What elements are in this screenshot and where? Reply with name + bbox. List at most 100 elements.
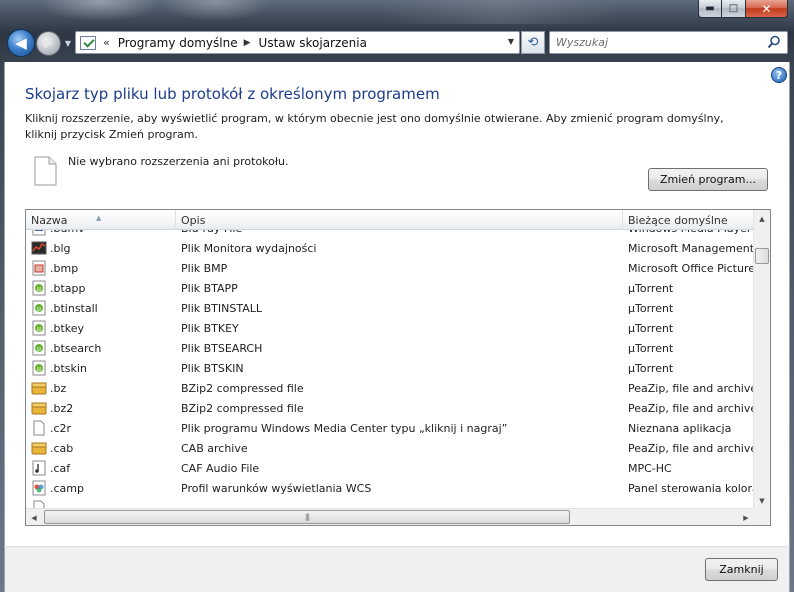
cell-extension: µ .btinstall xyxy=(26,300,176,316)
table-row[interactable]: µ .btkey Plik BTKEY µTorrent xyxy=(26,318,754,338)
extension-label: .blg xyxy=(50,241,71,255)
breadcrumb-item-set-associations[interactable]: Ustaw skojarzenia xyxy=(259,36,367,50)
search-icon[interactable] xyxy=(767,35,781,49)
column-header-current-default[interactable]: Bieżące domyślne xyxy=(623,210,754,230)
color-profile-file-icon xyxy=(32,480,46,496)
blank-file-icon xyxy=(33,420,45,436)
vertical-scrollbar[interactable]: ▲ ▼ xyxy=(753,210,770,509)
blank-file-icon xyxy=(34,156,57,186)
help-icon[interactable]: ? xyxy=(771,67,787,83)
maximize-button[interactable]: □ xyxy=(722,0,746,18)
cell-description: Plik BTSKIN xyxy=(181,361,244,375)
breadcrumb-item-default-programs[interactable]: Programy domyślne xyxy=(118,36,238,50)
table-row[interactable]: .c2r Plik programu Windows Media Center t… xyxy=(26,418,754,438)
table-row[interactable]: .caf CAF Audio File MPC-HC xyxy=(26,458,754,478)
recent-pages-dropdown[interactable]: ▼ xyxy=(62,38,74,48)
table-row[interactable]: .camp Profil warunków wyświetlania WCS Pan… xyxy=(26,478,754,498)
content-pane: ? Skojarz typ pliku lub protokół z okreś… xyxy=(4,62,790,546)
column-header-description[interactable]: Opis xyxy=(176,210,623,230)
table-row[interactable]: .cab CAB archive PeaZip, file and archive xyxy=(26,438,754,458)
table-row[interactable]: .bmp Plik BMP Microsoft Office Picture xyxy=(26,258,754,278)
cell-current-default: Microsoft Management xyxy=(628,241,754,255)
perfmon-file-icon xyxy=(31,241,47,255)
cell-current-default: MPC-HC xyxy=(628,461,672,475)
horizontal-scroll-thumb[interactable]: ||| xyxy=(44,510,570,524)
cell-current-default: PeaZip, file and archive xyxy=(628,381,754,395)
cell-extension: .caf xyxy=(26,460,176,476)
cell-description: Plik BTAPP xyxy=(181,281,238,295)
archive-file-icon xyxy=(31,442,47,455)
svg-text:µ: µ xyxy=(37,306,41,313)
table-row[interactable]: µ .btskin Plik BTSKIN µTorrent xyxy=(26,358,754,378)
column-header-name[interactable]: ▲ Nazwa xyxy=(26,210,176,230)
horizontal-scrollbar[interactable]: ◀ ||| ▶ xyxy=(26,508,754,525)
cell-description: Plik BTSEARCH xyxy=(181,341,263,355)
cell-description: Plik BMP xyxy=(181,261,228,275)
search-input[interactable] xyxy=(556,36,756,49)
cell-description: BZip2 compressed file xyxy=(181,401,304,415)
cell-current-default: PeaZip, file and archive xyxy=(628,441,754,455)
file-type-list[interactable]: .bdmvBlu-ray FileWindows Media Player.bl… xyxy=(25,209,771,526)
scroll-left-button[interactable]: ◀ xyxy=(26,509,42,525)
cell-description: BZip2 compressed file xyxy=(181,381,304,395)
extension-label: .camp xyxy=(50,481,84,495)
utorrent-file-icon: µ xyxy=(32,280,46,296)
page-description: Kliknij rozszerzenie, aby wyświetlić pro… xyxy=(25,112,724,141)
titlebar-glass-highlight xyxy=(40,0,160,22)
svg-text:µ: µ xyxy=(37,346,41,353)
cell-current-default: Panel sterowania kolora xyxy=(628,481,754,495)
breadcrumb-separator-icon[interactable]: ▶ xyxy=(244,38,251,48)
table-row[interactable]: .bz2 BZip2 compressed file PeaZip, file an… xyxy=(26,398,754,418)
utorrent-file-icon: µ xyxy=(32,320,46,336)
extension-label: .btinstall xyxy=(50,301,98,315)
cell-extension: .bz xyxy=(26,380,176,396)
address-bar[interactable]: « Programy domyślne ▶ Ustaw skojarzenia … xyxy=(75,31,520,54)
extension-label: .bz xyxy=(50,381,67,395)
cell-extension: .bmp xyxy=(26,260,176,276)
column-header-label: Bieżące domyślne xyxy=(628,214,728,227)
cell-current-default: µTorrent xyxy=(628,281,674,295)
cell-current-default: µTorrent xyxy=(628,341,674,355)
cell-extension: .blg xyxy=(26,240,176,256)
cell-extension: .camp xyxy=(26,480,176,496)
refresh-icon: ⟲ xyxy=(527,35,539,50)
titlebar-glass-highlight xyxy=(160,0,270,22)
svg-text:µ: µ xyxy=(37,286,41,293)
image-file-icon xyxy=(32,260,46,276)
scroll-down-button[interactable]: ▼ xyxy=(754,492,770,509)
utorrent-file-icon: µ xyxy=(32,360,46,376)
page-title: Skojarz typ pliku lub protokół z określo… xyxy=(25,85,440,103)
minimize-button[interactable]: ▬ xyxy=(698,0,722,18)
close-window-button[interactable]: ✕ xyxy=(746,0,788,18)
table-row[interactable]: µ .btsearch Plik BTSEARCH µTorrent xyxy=(26,338,754,358)
extension-label: .bz2 xyxy=(50,401,74,415)
table-row[interactable]: µ .btinstall Plik BTINSTALL µTorrent xyxy=(26,298,754,318)
breadcrumb-overflow-chevrons[interactable]: « xyxy=(103,36,110,49)
search-box[interactable] xyxy=(549,31,788,54)
utorrent-file-icon: µ xyxy=(32,340,46,356)
scroll-grip-icon: ||| xyxy=(304,513,310,521)
cell-current-default: PeaZip, file and archive xyxy=(628,401,754,415)
vertical-scroll-thumb[interactable] xyxy=(755,248,769,264)
scroll-right-button[interactable]: ▶ xyxy=(738,509,754,525)
close-button[interactable]: Zamknij xyxy=(705,558,778,581)
column-header-label: Nazwa xyxy=(31,214,68,227)
cell-extension: .bz2 xyxy=(26,400,176,416)
extension-label: .bmp xyxy=(50,261,79,275)
table-row[interactable]: .blg Plik Monitora wydajności Microsoft Ma… xyxy=(26,238,754,258)
address-dropdown-icon[interactable]: ▼ xyxy=(508,37,514,46)
cell-description: Plik programu Windows Media Center typu … xyxy=(181,421,508,435)
cell-extension: µ .btkey xyxy=(26,320,176,336)
change-program-button[interactable]: Zmień program... xyxy=(648,168,768,191)
archive-file-icon xyxy=(31,382,47,395)
file-type-list-body: .bdmvBlu-ray FileWindows Media Player.bl… xyxy=(26,224,754,509)
cell-description: Plik Monitora wydajności xyxy=(181,241,317,255)
forward-button[interactable]: ▶ xyxy=(36,31,61,56)
scroll-up-button[interactable]: ▲ xyxy=(754,210,770,227)
refresh-button[interactable]: ⟲ xyxy=(521,31,545,54)
table-row[interactable]: .bz BZip2 compressed file PeaZip, file and… xyxy=(26,378,754,398)
table-row[interactable]: µ .btapp Plik BTAPP µTorrent xyxy=(26,278,754,298)
titlebar-glass-highlight xyxy=(380,0,620,24)
audio-file-icon xyxy=(32,460,46,476)
back-button[interactable]: ◀ xyxy=(7,29,35,57)
